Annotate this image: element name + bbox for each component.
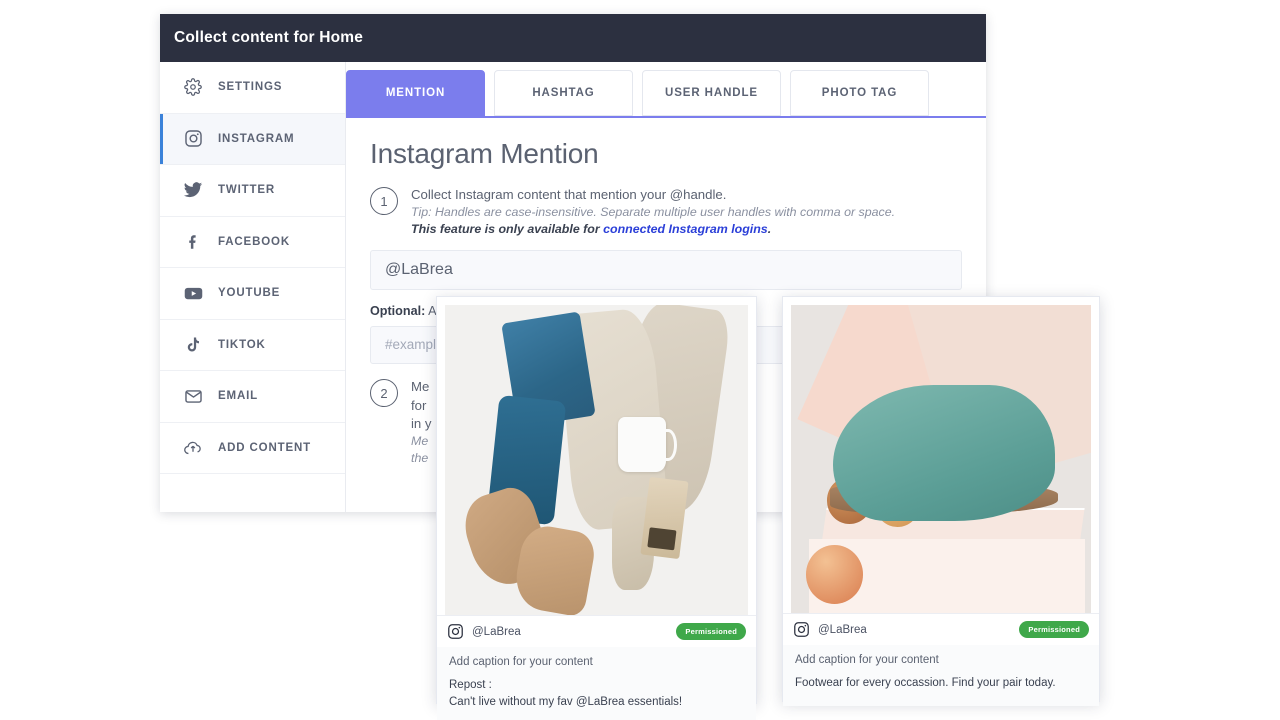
tab-photo-tag[interactable]: PHOTO TAG (790, 70, 929, 116)
tab-hashtag[interactable]: HASHTAG (494, 70, 633, 116)
card-caption-area[interactable]: Add caption for your content Footwear fo… (783, 645, 1099, 707)
step-1: 1 Collect Instagram content that mention… (370, 186, 962, 238)
step-1-body: Collect Instagram content that mention y… (411, 186, 895, 238)
sidebar-item-label: TIKTOK (218, 338, 266, 351)
step-2-line1: Me (411, 379, 430, 395)
card-handle: @LaBrea (818, 623, 867, 636)
step-1-line1: Collect Instagram content that mention y… (411, 187, 727, 202)
caption-placeholder[interactable]: Add caption for your content (449, 656, 744, 668)
step-2-line4: Me (411, 434, 429, 449)
sidebar-item-facebook[interactable]: FACEBOOK (160, 216, 345, 268)
card-photo-wrap (783, 297, 1099, 613)
sidebar-item-instagram[interactable]: INSTAGRAM (160, 113, 345, 165)
step-1-note-suffix: . (767, 222, 772, 237)
caption-line-2: Can't live without my fav @LaBrea essent… (449, 696, 683, 709)
status-badge: Permissioned (1019, 621, 1089, 638)
instagram-icon (447, 623, 464, 640)
content-card-shoe[interactable]: @LaBrea Permissioned Add caption for you… (782, 296, 1100, 707)
sidebar-item-label: FACEBOOK (218, 235, 290, 248)
caption-line-1: Repost : (449, 679, 492, 691)
sidebar-item-twitter[interactable]: TWITTER (160, 165, 345, 217)
step-2-number: 2 (370, 379, 398, 408)
step-1-number: 1 (370, 187, 398, 215)
step-2-body: Me for in y Me the (411, 378, 432, 467)
step-1-note: This feature is only available for conne… (411, 221, 895, 238)
sidebar-item-label: INSTAGRAM (218, 132, 295, 145)
peach-3-shape (806, 545, 863, 604)
facebook-icon (182, 231, 204, 253)
sidebar-item-settings[interactable]: SETTINGS (160, 62, 345, 114)
sidebar-item-label: YOUTUBE (218, 287, 281, 300)
gear-icon (182, 76, 204, 98)
card-meta: @LaBrea Permissioned (437, 615, 756, 647)
caption-line-1: Footwear for every occassion. Find your … (795, 677, 1056, 689)
window-title: Collect content for Home (174, 29, 364, 46)
instagram-icon (793, 621, 810, 638)
page-title: Instagram Mention (370, 138, 599, 169)
card-meta: @LaBrea Permissioned (783, 613, 1099, 645)
tab-mention[interactable]: MENTION (346, 70, 485, 116)
sidebar-item-email[interactable]: EMAIL (160, 371, 345, 423)
sidebar-item-tiktok[interactable]: TIKTOK (160, 319, 345, 371)
window-titlebar: Collect content for Home (160, 14, 986, 62)
mug-shape (617, 416, 678, 473)
sidebar-item-label: ADD CONTENT (218, 441, 312, 454)
cloud-upload-icon (182, 437, 204, 459)
handle-input[interactable]: @LaBrea (370, 250, 962, 291)
status-badge: Permissioned (676, 623, 746, 640)
card-handle: @LaBrea (472, 625, 521, 638)
tiktok-icon (182, 334, 204, 356)
caption-placeholder[interactable]: Add caption for your content (795, 654, 1087, 666)
tab-user-handle[interactable]: USER HANDLE (642, 70, 781, 116)
step-2-line5: the (411, 451, 429, 466)
card-photo-outfit (445, 305, 748, 615)
paper-bag-shape (640, 476, 689, 559)
connected-instagram-logins-link[interactable]: connected Instagram logins (603, 222, 768, 236)
sidebar-item-youtube[interactable]: YOUTUBE (160, 268, 345, 320)
tab-bar: MENTION HASHTAG USER HANDLE PHOTO TAG (346, 62, 986, 118)
optional-label-rest: A (425, 304, 437, 319)
screenshot-root: Collect content for Home SETTINGS INSTAG… (0, 0, 1280, 720)
sidebar-item-label: TWITTER (218, 184, 276, 197)
step-1-tip: Tip: Handles are case-insensitive. Separ… (411, 205, 896, 220)
optional-label-bold: Optional: (370, 304, 426, 319)
step-1-note-prefix: This feature is only available for (411, 222, 604, 237)
step-2-line2: for (411, 397, 427, 413)
shoe-upper-shape (833, 385, 1055, 521)
sidebar-item-add-content[interactable]: ADD CONTENT (160, 422, 345, 474)
flatlay-illustration (445, 305, 748, 615)
sidebar: SETTINGS INSTAGRAM TWITTER FACEBOOK YOUT… (160, 62, 346, 512)
shoe-illustration (791, 305, 1091, 613)
card-photo-shoe (791, 305, 1091, 613)
sidebar-item-label: EMAIL (218, 390, 259, 403)
youtube-icon (182, 282, 204, 304)
envelope-icon (182, 385, 204, 407)
card-caption-area[interactable]: Add caption for your content Repost : Ca… (437, 647, 756, 720)
step-2-line3: in y (411, 415, 432, 431)
content-card-outfit[interactable]: @LaBrea Permissioned Add caption for you… (436, 296, 757, 720)
sidebar-item-label: SETTINGS (218, 81, 283, 94)
instagram-icon (182, 128, 204, 150)
twitter-icon (182, 179, 204, 201)
card-photo-wrap (437, 297, 756, 615)
